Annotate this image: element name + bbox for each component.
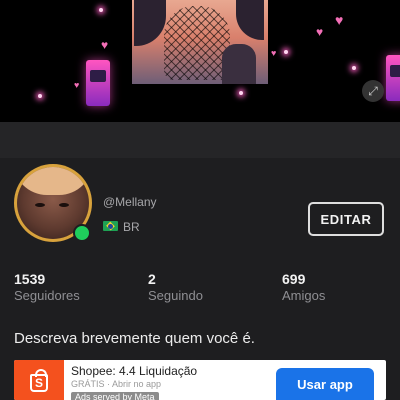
ad-subtitle: GRÁTIS · Abrir no app [71,379,162,389]
sparkle-icon [284,50,288,54]
edit-profile-button[interactable]: EDITAR [308,202,384,236]
country-code: BR [123,220,140,234]
brazil-flag-icon [103,221,118,231]
profile-banner: ♥ ♥ ♥ ♥ ♥ ⤢ [0,0,400,122]
friends-label: Amigos [282,288,326,303]
stat-followers[interactable]: 1539 Seguidores [14,271,80,303]
ad-banner[interactable]: S Shopee: 4.4 Liquidação GRÁTIS · Abrir … [14,360,386,400]
heart-decoration-icon: ♥ [74,80,80,90]
shopping-bag-icon: S [30,369,48,392]
heart-decoration-icon: ♥ [271,48,277,58]
ad-title: Shopee: 4.4 Liquidação [71,364,198,378]
use-app-button[interactable]: Usar app [276,368,374,400]
sparkle-icon [352,66,356,70]
bio-placeholder[interactable]: Descreva brevemente quem você é. [14,330,255,347]
heart-decoration-icon: ♥ [101,38,109,52]
stat-following[interactable]: 2 Seguindo [148,271,203,303]
heart-decoration-icon: ♥ [316,25,324,39]
followers-count: 1539 [14,271,46,287]
expand-icon: ⤢ [368,84,378,98]
username: @Mellany [103,195,157,209]
stat-friends[interactable]: 699 Amigos [282,271,325,303]
following-label: Seguindo [148,288,203,303]
heart-decoration-icon: ♥ [335,12,344,28]
sparkle-icon [99,8,103,12]
banner-image [132,0,268,84]
shopee-logo: S [14,360,64,400]
arcade-machine-icon [386,55,400,101]
following-count: 2 [148,271,156,287]
followers-label: Seguidores [14,288,80,303]
arcade-machine-icon [86,60,110,106]
friends-count: 699 [282,271,306,287]
sparkle-icon [239,91,243,95]
sparkle-icon [38,94,42,98]
online-status-badge [73,224,91,242]
ad-attribution: Ads served by Meta [71,392,159,400]
expand-banner-button[interactable]: ⤢ [362,80,384,102]
banner-divider [0,122,400,158]
